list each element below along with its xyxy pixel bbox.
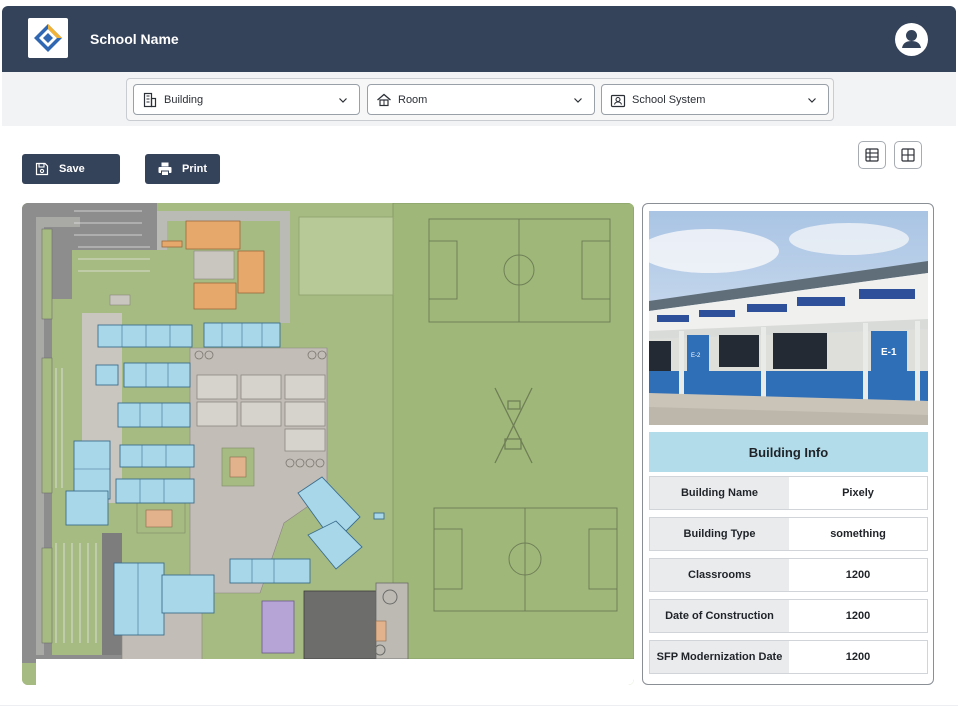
print-button[interactable]: Print — [145, 154, 220, 184]
grid-view-icon — [901, 148, 915, 162]
info-label: Date of Construction — [650, 600, 789, 632]
info-value: 1200 — [789, 600, 927, 632]
building-info-panel: E-1 E-2 Building Info Building Name Pixe… — [642, 203, 934, 685]
grid-view-toggle[interactable] — [894, 141, 922, 169]
info-label: Classrooms — [650, 559, 789, 591]
filter-bar: Building Room School System — [2, 72, 956, 126]
campus-map[interactable] — [22, 203, 634, 685]
school-system-icon — [610, 92, 626, 108]
info-value: 1200 — [789, 559, 927, 591]
photo-sign-e2: E-2 — [691, 353, 701, 359]
filter-group: Building Room School System — [126, 78, 834, 121]
building-photo: E-1 E-2 — [649, 211, 928, 425]
info-row-date-of-construction: Date of Construction 1200 — [649, 599, 928, 633]
building-icon — [142, 92, 158, 108]
info-row-classrooms: Classrooms 1200 — [649, 558, 928, 592]
school-logo[interactable] — [28, 18, 68, 58]
diamond-logo-icon — [34, 24, 62, 52]
save-icon — [34, 161, 50, 177]
app-window: School Name Building Room School System … — [0, 0, 958, 712]
top-header: School Name — [2, 6, 956, 72]
photo-sign-e1: E-1 — [881, 347, 897, 358]
info-row-sfp-modernization-date: SFP Modernization Date 1200 — [649, 640, 928, 674]
room-icon — [376, 92, 392, 108]
user-icon — [902, 30, 921, 48]
printer-icon — [157, 161, 173, 177]
building-dropdown[interactable]: Building — [133, 84, 360, 115]
room-dropdown-label: Room — [398, 93, 428, 106]
chevron-down-icon — [339, 98, 347, 103]
table-view-icon — [865, 148, 879, 162]
building-info-title: Building Info — [649, 432, 928, 472]
user-avatar-button[interactable] — [895, 23, 928, 56]
campus-map-graphic — [22, 203, 634, 685]
info-label: Building Type — [650, 518, 789, 550]
chevron-down-icon — [574, 98, 582, 103]
info-label: SFP Modernization Date — [650, 641, 789, 673]
print-button-label: Print — [182, 163, 208, 175]
list-view-toggle[interactable] — [858, 141, 886, 169]
info-row-building-type: Building Type something — [649, 517, 928, 551]
building-dropdown-label: Building — [164, 93, 204, 106]
school-system-dropdown-label: School System — [632, 93, 706, 106]
info-value: Pixely — [789, 477, 927, 509]
chevron-down-icon — [808, 98, 816, 103]
school-system-dropdown[interactable]: School System — [601, 84, 829, 115]
save-button-label: Save — [59, 163, 85, 175]
save-button[interactable]: Save — [22, 154, 120, 184]
info-value: something — [789, 518, 927, 550]
room-dropdown[interactable]: Room — [367, 84, 595, 115]
info-label: Building Name — [650, 477, 789, 509]
footer-divider — [0, 705, 958, 706]
info-value: 1200 — [789, 641, 927, 673]
app-title: School Name — [90, 31, 179, 47]
info-row-building-name: Building Name Pixely — [649, 476, 928, 510]
